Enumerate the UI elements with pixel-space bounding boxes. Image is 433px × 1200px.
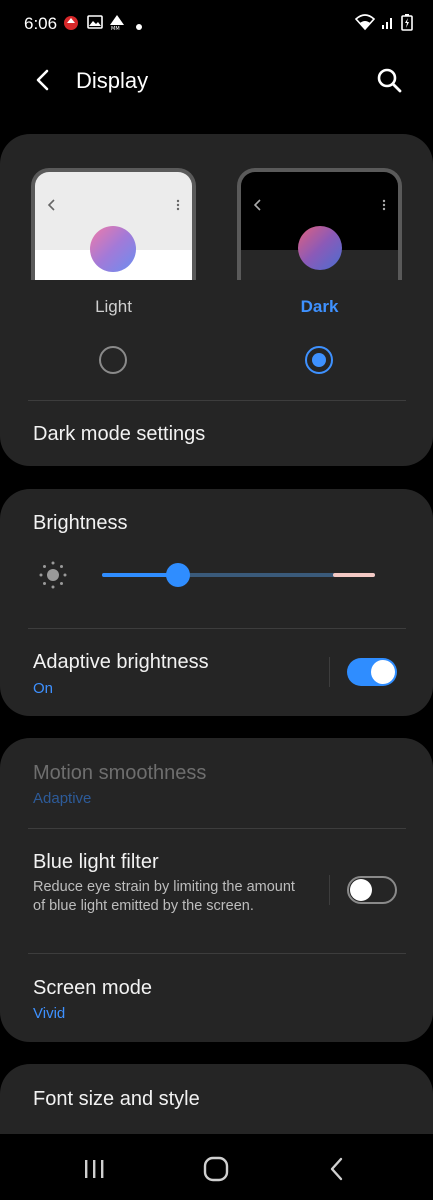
chevron-left-icon [47, 198, 57, 217]
motion-smoothness-status: Adaptive [33, 790, 92, 807]
divider [28, 828, 406, 829]
dark-mode-settings-item[interactable]: Dark mode settings [33, 423, 205, 446]
wifi-icon [354, 13, 376, 36]
toggle-separator [329, 657, 330, 687]
divider [28, 953, 406, 954]
svg-text:MM: MM [111, 26, 120, 31]
recent-apps-icon [85, 1160, 104, 1178]
dark-theme-label: Dark [300, 297, 339, 316]
toggle-separator [329, 875, 330, 905]
home-button[interactable] [201, 1154, 231, 1184]
preview-orb [90, 226, 136, 272]
mm-icon: MM [108, 13, 126, 36]
preview-orb [298, 226, 342, 270]
status-bar: 6:06 MM [0, 0, 433, 50]
divider [28, 628, 406, 629]
brightness-title: Brightness [33, 512, 128, 534]
notification-badge-icon [62, 13, 80, 36]
search-icon [377, 68, 402, 93]
chevron-left-icon [253, 198, 263, 217]
home-icon [203, 1156, 229, 1182]
dark-theme-preview[interactable] [237, 168, 402, 280]
back-button[interactable] [28, 64, 60, 96]
adaptive-brightness-title[interactable]: Adaptive brightness [33, 651, 209, 674]
brightness-slider-thumb[interactable] [166, 563, 190, 587]
battery-icon [401, 13, 413, 36]
signal-icon [381, 13, 395, 36]
adaptive-brightness-toggle[interactable] [347, 658, 397, 686]
brightness-slider[interactable] [102, 563, 375, 587]
screen-mode-title[interactable]: Screen mode [33, 977, 152, 1000]
dark-theme-radio[interactable] [305, 346, 333, 374]
light-theme-preview[interactable] [31, 168, 196, 280]
recent-apps-button[interactable] [80, 1154, 110, 1184]
blue-light-filter-toggle[interactable] [347, 876, 397, 904]
adaptive-brightness-status: On [33, 680, 54, 697]
more-options-icon [382, 198, 386, 217]
brightness-high-zone [333, 573, 375, 577]
navigation-bar [0, 1134, 433, 1200]
dot-icon [135, 18, 143, 36]
back-nav-button[interactable] [322, 1154, 352, 1184]
blue-light-filter-title[interactable]: Blue light filter [33, 851, 159, 874]
blue-light-filter-description: Reduce eye strain by limiting the amount… [33, 879, 295, 914]
page-title: Display [76, 68, 149, 93]
image-icon [86, 13, 104, 36]
chevron-left-icon [36, 69, 49, 91]
screen-mode-status: Vivid [33, 1005, 66, 1022]
back-nav-icon [330, 1157, 343, 1181]
search-button[interactable] [373, 64, 405, 96]
more-options-icon [176, 198, 180, 217]
status-time: 6:06 [24, 14, 58, 33]
brightness-sun-icon [38, 560, 68, 590]
motion-smoothness-title[interactable]: Motion smoothness [33, 762, 206, 785]
light-theme-radio[interactable] [99, 346, 127, 374]
divider [28, 400, 406, 401]
font-size-style-item[interactable]: Font size and style [33, 1088, 200, 1111]
light-theme-label: Light [95, 297, 132, 316]
app-bar: Display [0, 50, 433, 112]
status-right-icons [354, 13, 413, 36]
